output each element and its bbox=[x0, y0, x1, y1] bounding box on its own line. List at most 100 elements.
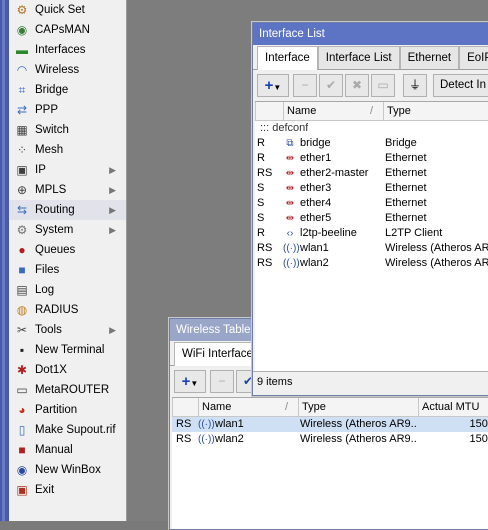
table-row[interactable]: RS ⇹ ether2-master Ethernet bbox=[255, 166, 488, 181]
menu-item-partition[interactable]: ◕ Partition bbox=[9, 400, 126, 420]
menu-item-switch[interactable]: ▦ Switch bbox=[9, 120, 126, 140]
bridge-icon: ⌗ bbox=[18, 83, 26, 97]
remove-button[interactable]: − bbox=[210, 370, 234, 393]
menu-item-exit[interactable]: ▣ Exit bbox=[9, 480, 126, 500]
menu-item-manual[interactable]: ■ Manual bbox=[9, 440, 126, 460]
bridge-icon: ⧉ bbox=[286, 138, 294, 149]
ethernet-icon: ⇹ bbox=[285, 198, 295, 209]
switch-icon: ▦ bbox=[16, 123, 28, 137]
table-row[interactable]: RS ((·))wlan1 Wireless (Atheros AR bbox=[255, 241, 488, 256]
name-text: bridge bbox=[300, 137, 331, 149]
queues-icon: ● bbox=[18, 243, 26, 257]
table-row[interactable]: S ⇹ ether3 Ethernet bbox=[255, 181, 488, 196]
tab-eoip-tunnel[interactable]: EoIP Tu bbox=[459, 46, 488, 69]
wireless-table: Name / Type Actual MTU RS ((·))wlan1 Wirel… bbox=[172, 397, 488, 529]
type-cell: Bridge bbox=[385, 137, 417, 149]
menu-item-label: Tools bbox=[35, 324, 62, 336]
flag-cell: RS bbox=[176, 418, 192, 430]
table-row[interactable]: RS ((·))wlan2 Wireless (Atheros AR9... 1500 bbox=[172, 432, 488, 447]
name-text: l2tp-beeline bbox=[300, 227, 357, 239]
filter-icon: ⏚ bbox=[408, 78, 421, 92]
tab-interface-list[interactable]: Interface List bbox=[317, 46, 400, 69]
interface-window-title[interactable]: Interface List bbox=[253, 23, 488, 45]
menu-item-radius[interactable]: ◍ RADIUS bbox=[9, 300, 126, 320]
table-row[interactable]: R ‹› l2tp-beeline L2TP Client bbox=[255, 226, 488, 241]
menu-item-routing[interactable]: ⇆ Routing ▶ bbox=[9, 200, 126, 220]
tab-interface[interactable]: Interface bbox=[257, 46, 318, 70]
name-cell: ((·))wlan1 bbox=[198, 417, 296, 432]
disable-button[interactable]: ✖ bbox=[345, 74, 369, 97]
flag-cell: RS bbox=[257, 242, 273, 254]
detect-internet-button[interactable]: Detect In bbox=[433, 74, 488, 97]
comment-icon: ▭ bbox=[377, 78, 389, 92]
menu-item-wireless[interactable]: ◠ Wireless bbox=[9, 60, 126, 80]
tab-ethernet[interactable]: Ethernet bbox=[399, 46, 460, 69]
table-row[interactable]: RS ((·))wlan1 Wireless (Atheros AR9... 1500 bbox=[172, 417, 488, 432]
sort-icon: / bbox=[285, 401, 289, 413]
sort-icon: / bbox=[370, 105, 374, 117]
menu-item-new-terminal[interactable]: ▪ New Terminal bbox=[9, 340, 126, 360]
interface-list-window: Interface List Interface Interface List Et… bbox=[252, 22, 488, 396]
name-text: ether4 bbox=[300, 197, 332, 209]
workspace: Wireless Tables WiFi Interfaces +▼ − ✔ N… bbox=[127, 0, 488, 530]
menu-item-system[interactable]: ⚙ System ▶ bbox=[9, 220, 126, 240]
table-row[interactable]: S ⇹ ether4 Ethernet bbox=[255, 196, 488, 211]
menu-item-ppp[interactable]: ⇄ PPP bbox=[9, 100, 126, 120]
menu-item-log[interactable]: ▤ Log bbox=[9, 280, 126, 300]
menu-item-label: RADIUS bbox=[35, 304, 79, 316]
menu-item-label: CAPsMAN bbox=[35, 24, 90, 36]
name-cell: ((·))wlan1 bbox=[283, 241, 383, 256]
name-text: ether1 bbox=[300, 152, 332, 164]
menu-item-new-winbox[interactable]: ◉ New WinBox bbox=[9, 460, 126, 480]
menu-item-make-supout-rif[interactable]: ▯ Make Supout.rif bbox=[9, 420, 126, 440]
comment-row[interactable]: ::: defconf bbox=[255, 121, 488, 136]
flag-cell: R bbox=[257, 137, 265, 149]
table-row[interactable]: S ⇹ ether5 Ethernet bbox=[255, 211, 488, 226]
ethernet-icon: ⇹ bbox=[285, 183, 295, 194]
table-row[interactable]: RS ((·))wlan2 Wireless (Atheros AR bbox=[255, 256, 488, 271]
menu-item-files[interactable]: ■ Files bbox=[9, 260, 126, 280]
dot1x-icon: ✱ bbox=[16, 363, 28, 377]
remove-button[interactable]: − bbox=[293, 74, 317, 97]
menu-item-label: IP bbox=[35, 164, 46, 176]
system-icon: ⚙ bbox=[16, 223, 28, 237]
ethernet-icon: ⇹ bbox=[285, 168, 295, 179]
comment-button[interactable]: ▭ bbox=[371, 74, 395, 97]
menu-item-label: Log bbox=[35, 284, 55, 296]
name-text: wlan2 bbox=[215, 433, 244, 445]
mpls-icon: ⊕ bbox=[16, 183, 28, 197]
wireless-table-header: Name / Type Actual MTU bbox=[172, 398, 488, 417]
flag-cell: R bbox=[257, 227, 265, 239]
menu-item-quick-set[interactable]: ⚙ Quick Set bbox=[9, 0, 126, 20]
menu-item-mpls[interactable]: ⊕ MPLS ▶ bbox=[9, 180, 126, 200]
menu-item-capsman[interactable]: ◉ CAPsMAN bbox=[9, 20, 126, 40]
table-row[interactable]: R ⇹ ether1 Ethernet bbox=[255, 151, 488, 166]
terminal-icon: ▪ bbox=[19, 343, 25, 357]
menu-item-metarouter[interactable]: ▭ MetaROUTER bbox=[9, 380, 126, 400]
menu-item-label: Queues bbox=[35, 244, 76, 256]
menu-item-mesh[interactable]: ⁘ Mesh bbox=[9, 140, 126, 160]
col-actual-mtu[interactable]: Actual MTU bbox=[418, 398, 488, 416]
mtu-cell: 1500 bbox=[469, 433, 488, 445]
interface-table: Name / Type ::: defconf R ⧉ bridge Bridge R ⇹… bbox=[255, 101, 488, 372]
flag-cell: RS bbox=[257, 167, 273, 179]
col-type[interactable]: Type bbox=[298, 398, 420, 416]
type-cell: Ethernet bbox=[385, 152, 427, 164]
ppp-icon: ⇄ bbox=[16, 103, 28, 117]
add-button[interactable]: +▼ bbox=[257, 74, 289, 97]
menu-item-queues[interactable]: ● Queues bbox=[9, 240, 126, 260]
menu-item-interfaces[interactable]: ▬ Interfaces bbox=[9, 40, 126, 60]
enable-button[interactable]: ✔ bbox=[319, 74, 343, 97]
wireless-icon: ((·)) bbox=[198, 419, 215, 430]
menu-item-bridge[interactable]: ⌗ Bridge bbox=[9, 80, 126, 100]
flag-cell: RS bbox=[176, 433, 192, 445]
wireless-icon: ◠ bbox=[16, 63, 28, 77]
add-button[interactable]: +▼ bbox=[174, 370, 206, 393]
table-row[interactable]: R ⧉ bridge Bridge bbox=[255, 136, 488, 151]
menu-item-label: System bbox=[35, 224, 74, 236]
filter-button[interactable]: ⏚ bbox=[403, 74, 427, 97]
col-type[interactable]: Type bbox=[383, 102, 488, 120]
menu-item-tools[interactable]: ✂ Tools ▶ bbox=[9, 320, 126, 340]
menu-item-dot1x[interactable]: ✱ Dot1X bbox=[9, 360, 126, 380]
menu-item-ip[interactable]: ▣ IP ▶ bbox=[9, 160, 126, 180]
